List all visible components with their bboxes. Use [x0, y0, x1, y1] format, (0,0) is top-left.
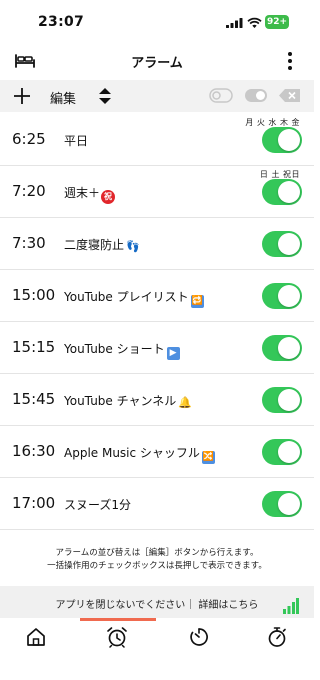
- alarm-toggle[interactable]: [262, 127, 302, 153]
- alarm-label-text: スヌーズ1分: [64, 498, 132, 512]
- alarm-label: YouTube プレイリスト 🔁: [64, 288, 204, 308]
- alarm-row[interactable]: 15:15 YouTube ショート ▶: [0, 322, 314, 374]
- alarm-toggle[interactable]: [262, 439, 302, 465]
- alarm-label: 平日: [64, 132, 88, 149]
- banner-text[interactable]: アプリを閉じないでください｜ 詳細はこちら: [0, 596, 314, 611]
- alarm-label-text: Apple Music シャッフル: [64, 446, 200, 460]
- footprints-icon: 👣: [126, 240, 140, 253]
- alarm-label: 二度寝防止 👣: [64, 236, 140, 253]
- more-vertical-icon[interactable]: [282, 50, 298, 72]
- footer-note: アラームの並び替えは［編集］ボタンから行えます。 一括操作用のチェックボックスは…: [0, 547, 314, 573]
- alarm-label-text: YouTube プレイリスト: [64, 290, 189, 304]
- nav-bar: アラーム: [0, 44, 314, 78]
- alarm-toggle[interactable]: [262, 491, 302, 517]
- toggle-knob: [278, 389, 300, 411]
- alarm-label-text: YouTube ショート: [64, 342, 165, 356]
- alarm-toggle[interactable]: [262, 283, 302, 309]
- toggle-knob: [278, 285, 300, 307]
- toggle-knob: [278, 493, 300, 515]
- alarm-row[interactable]: 17:00 スヌーズ1分: [0, 478, 314, 530]
- alarm-time: 7:30: [12, 234, 46, 252]
- alarm-label: YouTube チャンネル 🔔: [64, 392, 192, 409]
- stopwatch-icon[interactable]: [266, 626, 288, 648]
- cellular-signal-icon: [226, 18, 243, 28]
- repeat-emoji-icon: 🔁: [190, 295, 204, 308]
- alarm-label-text: 平日: [64, 134, 89, 148]
- info-banner[interactable]: アプリを閉じないでください｜ 詳細はこちら: [0, 586, 314, 618]
- plus-icon[interactable]: [12, 86, 32, 106]
- wifi-icon: [247, 17, 262, 28]
- alarm-time: 16:30: [12, 442, 56, 460]
- alarm-label-text: 週末＋: [64, 186, 101, 200]
- toggle-knob: [278, 181, 300, 203]
- tab-bar: [0, 618, 314, 680]
- footer-note-line: アラームの並び替えは［編集］ボタンから行えます。: [55, 548, 259, 558]
- alarm-row[interactable]: 16:30 Apple Music シャッフル 🔀: [0, 426, 314, 478]
- battery-indicator: 92+: [265, 15, 289, 29]
- tab-indicator: [80, 618, 156, 621]
- toggle-off-icon[interactable]: [209, 88, 233, 103]
- alarm-time: 15:00: [12, 286, 56, 304]
- alarm-clock-icon[interactable]: [106, 626, 128, 648]
- alarm-time: 15:45: [12, 390, 56, 408]
- alarm-time: 17:00: [12, 494, 56, 512]
- alarm-time: 6:25: [12, 130, 46, 148]
- edit-button[interactable]: 編集: [50, 88, 76, 107]
- alarm-label: 週末＋祝: [64, 184, 116, 204]
- play-emoji-icon: ▶: [166, 347, 180, 360]
- toggle-knob: [278, 129, 300, 151]
- timer-icon[interactable]: [188, 626, 210, 648]
- alarm-toggle[interactable]: [262, 231, 302, 257]
- toggle-on-icon[interactable]: [244, 88, 268, 103]
- alarm-toggle[interactable]: [262, 387, 302, 413]
- alarm-toggle[interactable]: [262, 335, 302, 361]
- alarm-label: スヌーズ1分: [64, 496, 131, 513]
- signal-bars-icon: [283, 598, 299, 614]
- alarm-time: 7:20: [12, 182, 46, 200]
- delete-icon[interactable]: [278, 88, 302, 103]
- bell-emoji-icon: 🔔: [178, 396, 192, 409]
- alarm-row[interactable]: 15:00 YouTube プレイリスト 🔁: [0, 270, 314, 322]
- alarm-toggle[interactable]: [262, 179, 302, 205]
- toggle-knob: [278, 337, 300, 359]
- sort-icon[interactable]: [98, 86, 112, 106]
- holiday-emoji-icon: 祝: [101, 190, 116, 204]
- footer-note-line: 一括操作用のチェックボックスは長押しで表示できます。: [47, 561, 267, 571]
- shuffle-emoji-icon: 🔀: [201, 451, 215, 464]
- status-time: 23:07: [38, 14, 85, 30]
- toggle-knob: [278, 441, 300, 463]
- alarm-label: Apple Music シャッフル 🔀: [64, 444, 215, 464]
- alarm-row[interactable]: 6:25 平日 月 火 水 木 金: [0, 114, 314, 166]
- alarm-time: 15:15: [12, 338, 56, 356]
- toggle-knob: [278, 233, 300, 255]
- status-bar: 23:07 92+: [0, 0, 314, 44]
- toolbar: 編集: [0, 80, 314, 112]
- alarm-row[interactable]: 15:45 YouTube チャンネル 🔔: [0, 374, 314, 426]
- alarm-row[interactable]: 7:30 二度寝防止 👣: [0, 218, 314, 270]
- page-title: アラーム: [131, 56, 183, 71]
- alarm-label: YouTube ショート ▶: [64, 340, 180, 360]
- alarm-row[interactable]: 7:20 週末＋祝 日 土 祝日: [0, 166, 314, 218]
- alarm-label-text: 二度寝防止: [64, 238, 125, 252]
- alarm-label-text: YouTube チャンネル: [64, 394, 177, 408]
- home-icon[interactable]: [25, 626, 47, 648]
